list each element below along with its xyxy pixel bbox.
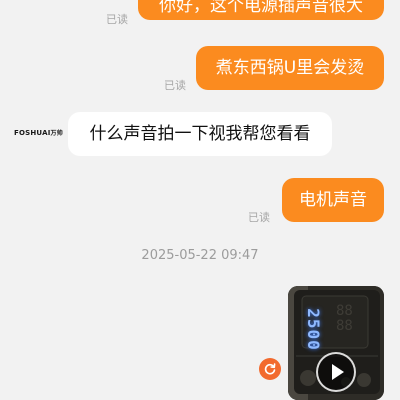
message-timestamp: 2025-05-22 09:47 [141, 248, 259, 263]
chat-thread: 你好，这个电源插声音很大 已读 煮东西锅U里会发烫 已读 FOSHUAI万帅 什… [0, 0, 400, 400]
brand-logo: FOSHUAI [14, 129, 51, 137]
message-text: 电机声音 [299, 189, 367, 210]
display-reading: 2500 [303, 308, 323, 351]
message-text: 煮东西锅U里会发烫 [215, 57, 365, 78]
play-icon [331, 364, 344, 380]
message-bubble-incoming[interactable]: 什么声音拍一下视我帮您看看 [68, 112, 332, 156]
message-bubble-outgoing[interactable]: 煮东西锅U里会发烫 [196, 46, 384, 90]
refresh-icon [264, 363, 276, 375]
read-status: 已读 [106, 13, 128, 26]
read-status: 已读 [248, 211, 270, 224]
read-status: 已读 [164, 79, 186, 92]
message-text: 你好，这个电源插声音很大 [159, 0, 363, 16]
play-button[interactable] [316, 352, 356, 392]
message-text: 什么声音拍一下视我帮您看看 [89, 123, 311, 144]
display-ghost-digits: 88 88 [336, 303, 353, 335]
resend-button[interactable] [259, 358, 281, 380]
sender-avatar[interactable]: FOSHUAI万帅 [14, 128, 63, 137]
message-bubble-outgoing[interactable]: 电机声音 [282, 178, 384, 222]
message-bubble-outgoing[interactable]: 你好，这个电源插声音很大 [138, 0, 384, 20]
